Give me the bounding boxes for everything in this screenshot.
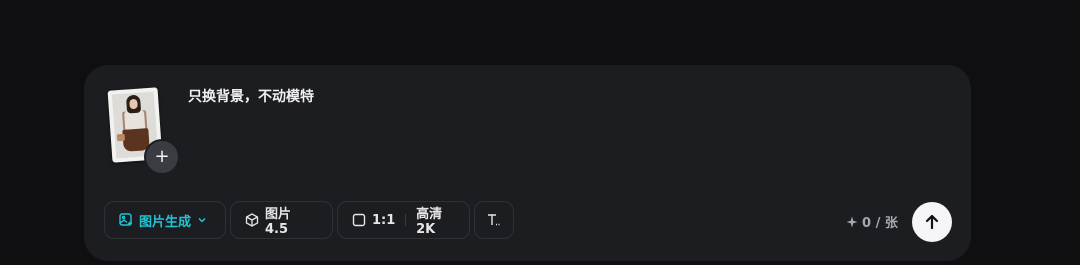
- send-button[interactable]: [912, 202, 952, 242]
- square-ratio-icon: [352, 213, 366, 227]
- prompt-input[interactable]: 只换背景，不动模特: [188, 86, 314, 106]
- quality-label: 高清 2K: [416, 207, 443, 237]
- reference-image[interactable]: +: [107, 87, 180, 175]
- aspect-ratio-label: 1:1: [372, 212, 396, 228]
- cube-icon: [245, 213, 259, 227]
- generation-mode-label: 图片生成: [139, 214, 192, 230]
- generation-mode-dropdown[interactable]: 图片生成: [104, 201, 226, 239]
- divider: [405, 214, 407, 226]
- arrow-up-icon: [923, 213, 941, 231]
- ratio-quality-selector[interactable]: 1:1 高清 2K: [337, 201, 470, 239]
- model-selector[interactable]: 图片 4.5: [230, 201, 333, 239]
- model-label: 图片 4.5: [265, 207, 292, 237]
- prompt-composer: + 只换背景，不动模特 图片生成 图片 4.5 1:1 高清 2K 0 / 张: [84, 65, 971, 261]
- credit-cost: 0 / 张: [846, 212, 898, 231]
- composer-toolbar: 图片生成 图片 4.5 1:1 高清 2K: [104, 201, 514, 241]
- chevron-down-icon: [197, 215, 207, 225]
- add-image-button[interactable]: +: [144, 139, 180, 175]
- image-generate-icon: [119, 213, 133, 227]
- text-format-icon: [486, 212, 502, 228]
- credit-cost-label: 0 / 张: [862, 216, 898, 231]
- sparkle-icon: [846, 216, 858, 228]
- text-style-button[interactable]: [474, 201, 514, 239]
